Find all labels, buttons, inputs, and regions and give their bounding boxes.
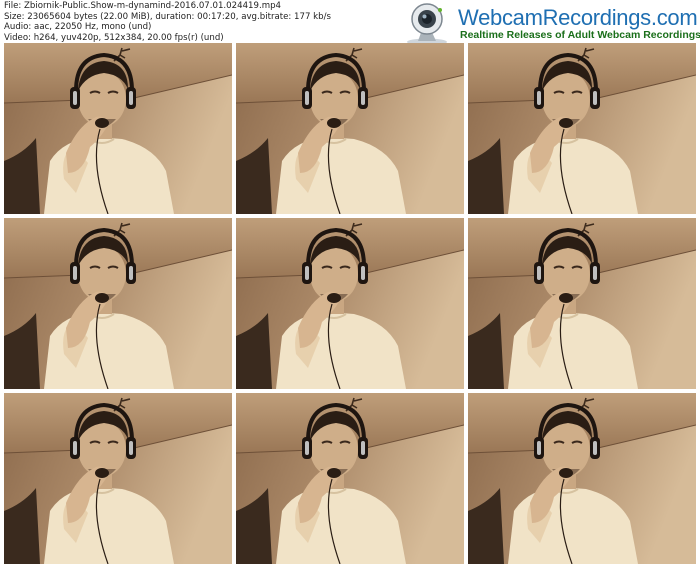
video-frame-thumbnail — [236, 393, 464, 564]
webcam-icon — [407, 3, 447, 46]
video-frame-thumbnail — [468, 393, 696, 564]
video-frame-thumbnail — [4, 393, 232, 564]
video-info: Video: h264, yuv420p, 512x384, 20.00 fps… — [4, 32, 224, 43]
site-logo: WebcamRecordings.com Realtime Releases o… — [400, 2, 700, 46]
file-info: File: Zbiornik-Public.Show-m-dynamind-20… — [4, 1, 331, 43]
video-frame-thumbnail — [468, 218, 696, 389]
logo-tagline: Realtime Releases of Adult Webcam Record… — [460, 29, 700, 41]
thumbnail-grid — [4, 43, 696, 564]
video-frame-thumbnail — [4, 218, 232, 389]
file-size: Size: 23065604 bytes (22.00 MiB), durati… — [4, 11, 331, 22]
video-frame-thumbnail — [236, 218, 464, 389]
file-name: File: Zbiornik-Public.Show-m-dynamind-20… — [4, 1, 281, 11]
logo-title: WebcamRecordings.com — [458, 5, 698, 30]
audio-info: Audio: aac, 22050 Hz, mono (und) — [4, 22, 152, 32]
video-frame-thumbnail — [4, 43, 232, 214]
video-frame-thumbnail — [236, 43, 464, 214]
video-frame-thumbnail — [468, 43, 696, 214]
